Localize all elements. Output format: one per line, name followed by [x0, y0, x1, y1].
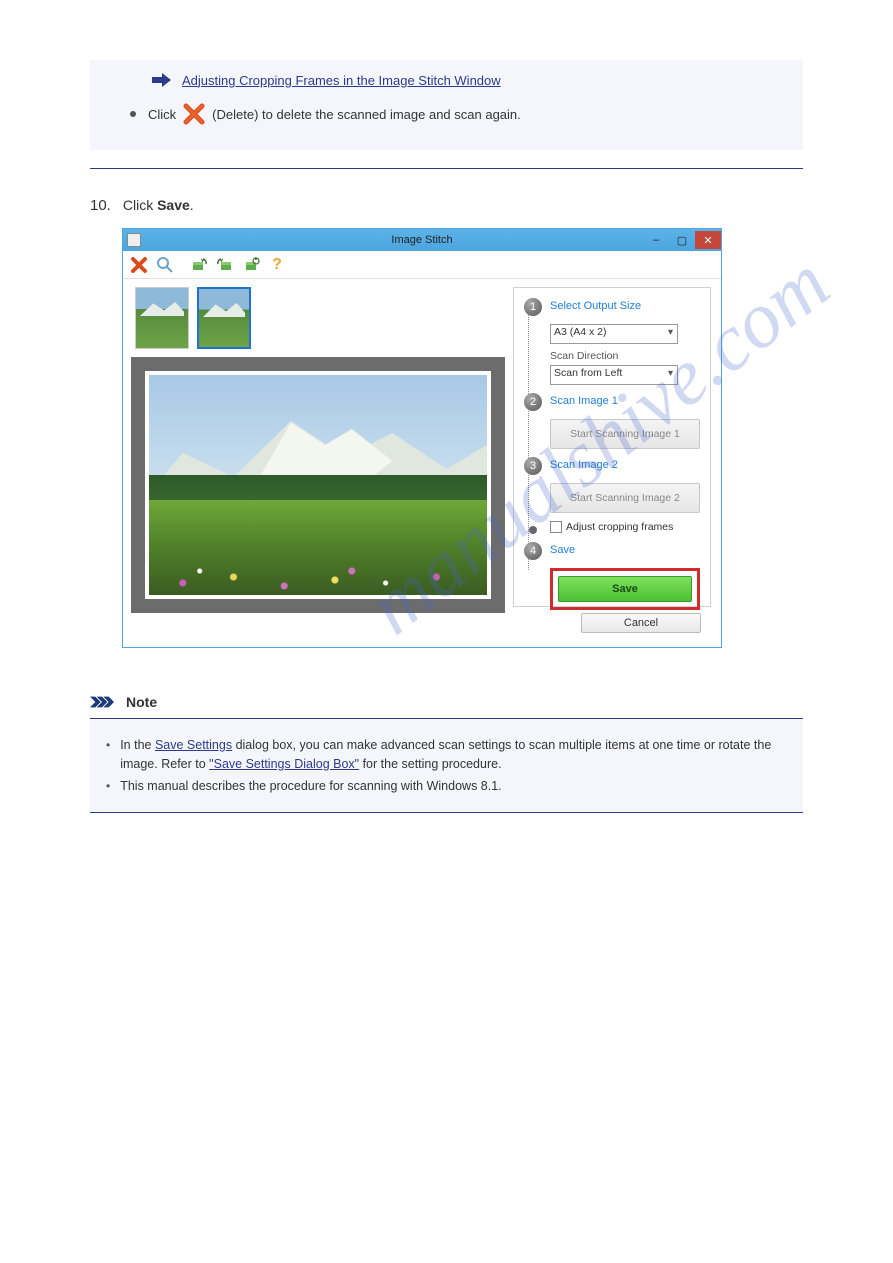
output-size-select[interactable]: A3 (A4 x 2) — [550, 324, 678, 344]
left-pane — [123, 279, 513, 647]
note-text-after: (Delete) to delete the scanned image and… — [212, 107, 521, 122]
thumbnail-2[interactable] — [197, 287, 251, 349]
save-settings-dialog-link[interactable]: "Save Settings Dialog Box" — [209, 757, 359, 771]
titlebar[interactable]: Image Stitch – ▢ ✕ — [123, 229, 721, 251]
thumbnails-row — [131, 285, 505, 357]
scan-direction-select[interactable]: Scan from Left — [550, 365, 678, 385]
note-item-2: This manual describes the procedure for … — [106, 777, 787, 796]
step-2-badge: 2 — [524, 393, 542, 411]
start-scan-2-button[interactable]: Start Scanning Image 2 — [550, 483, 700, 513]
note-heading-text: Note — [126, 694, 157, 710]
step-2-title: Scan Image 1 — [550, 395, 618, 407]
note-text-before: Click — [148, 107, 176, 122]
toolbar-zoom-button[interactable] — [153, 254, 177, 276]
step-4-badge: 4 — [524, 542, 542, 560]
step-1-badge: 1 — [524, 298, 542, 316]
arrow-right-icon — [152, 72, 172, 88]
toolbar-help-button[interactable]: ? — [265, 254, 289, 276]
note-heading: Note — [90, 694, 803, 710]
save-highlight-box: Save — [550, 568, 700, 610]
adjust-cropping-checkbox[interactable] — [550, 521, 562, 533]
step-10: 10. Click Save. — [90, 197, 803, 214]
step-3-title: Scan Image 2 — [550, 459, 618, 471]
step-4-title: Save — [550, 544, 575, 556]
chevron-icon — [90, 695, 122, 709]
step-1-title: Select Output Size — [550, 300, 641, 312]
right-pane: 1 Select Output Size A3 (A4 x 2) Scan Di… — [513, 279, 721, 647]
toolbar-rotate-all-button[interactable] — [239, 254, 263, 276]
save-settings-link-1[interactable]: Save Settings — [155, 738, 232, 752]
preview-image — [149, 375, 487, 595]
image-stitch-window: Image Stitch – ▢ ✕ ? — [122, 228, 722, 648]
toolbar-rotate-right-button[interactable] — [213, 254, 237, 276]
save-button[interactable]: Save — [558, 576, 692, 602]
divider — [90, 168, 803, 169]
step-dot — [529, 526, 537, 534]
toolbar-delete-button[interactable] — [127, 254, 151, 276]
step-number: 10. — [90, 197, 111, 214]
delete-x-icon — [182, 102, 206, 126]
start-scan-1-button[interactable]: Start Scanning Image 1 — [550, 419, 700, 449]
thumbnail-1[interactable] — [135, 287, 189, 349]
toolbar-rotate-left-button[interactable] — [187, 254, 211, 276]
note-item-1: In the Save Settings dialog box, you can… — [106, 736, 787, 774]
scan-direction-label: Scan Direction — [550, 350, 700, 362]
adjust-cropping-label: Adjust cropping frames — [566, 521, 673, 533]
bullet-icon — [130, 111, 136, 117]
bottom-note-block: In the Save Settings dialog box, you can… — [90, 718, 803, 813]
window-title: Image Stitch — [123, 234, 721, 246]
cancel-button[interactable]: Cancel — [581, 613, 701, 633]
step-3-badge: 3 — [524, 457, 542, 475]
preview-frame — [131, 357, 505, 613]
toolbar: ? — [123, 251, 721, 279]
cropping-frames-link[interactable]: Adjusting Cropping Frames in the Image S… — [182, 73, 501, 88]
step-text: Click Save. — [123, 197, 194, 213]
top-note-block: Adjusting Cropping Frames in the Image S… — [90, 60, 803, 150]
